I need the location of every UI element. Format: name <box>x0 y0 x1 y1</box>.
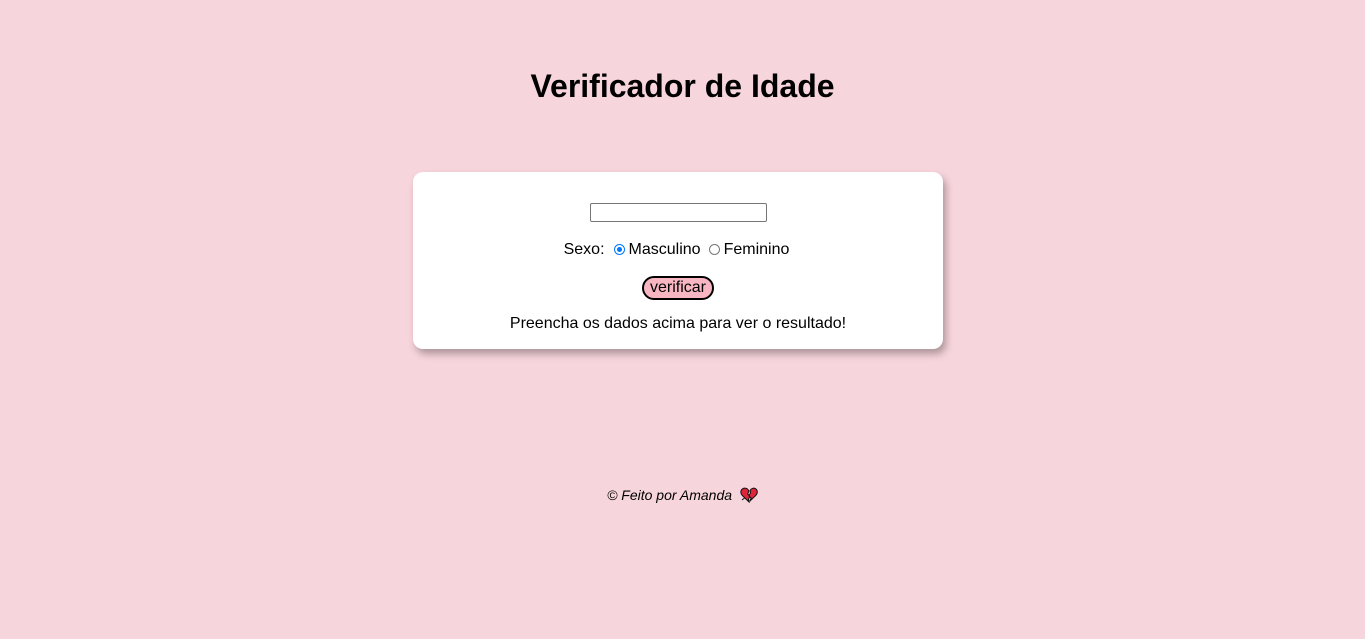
radio-masculino-label[interactable]: Masculino <box>629 240 701 260</box>
broken-heart-icon <box>740 487 758 503</box>
radio-feminino[interactable] <box>708 243 720 255</box>
radio-masculino[interactable] <box>613 243 625 255</box>
radio-feminino-label[interactable]: Feminino <box>724 240 790 260</box>
sex-label: Sexo: <box>563 241 605 258</box>
result-text: Preencha os dados acima para ver o resul… <box>509 315 847 332</box>
footer-text: © Feito por Amanda <box>607 487 733 503</box>
sex-selector: Sexo: Masculino Feminino <box>413 240 943 260</box>
footer: © Feito por Amanda <box>0 485 1365 505</box>
age-input[interactable] <box>590 203 767 222</box>
verify-button[interactable]: verificar <box>642 276 714 300</box>
page: Verificador de Idade Sexo: Masculino Fem… <box>0 0 1365 639</box>
age-form-card: Sexo: Masculino Feminino verificar Preen… <box>413 172 943 349</box>
page-title: Verificador de Idade <box>530 68 835 104</box>
